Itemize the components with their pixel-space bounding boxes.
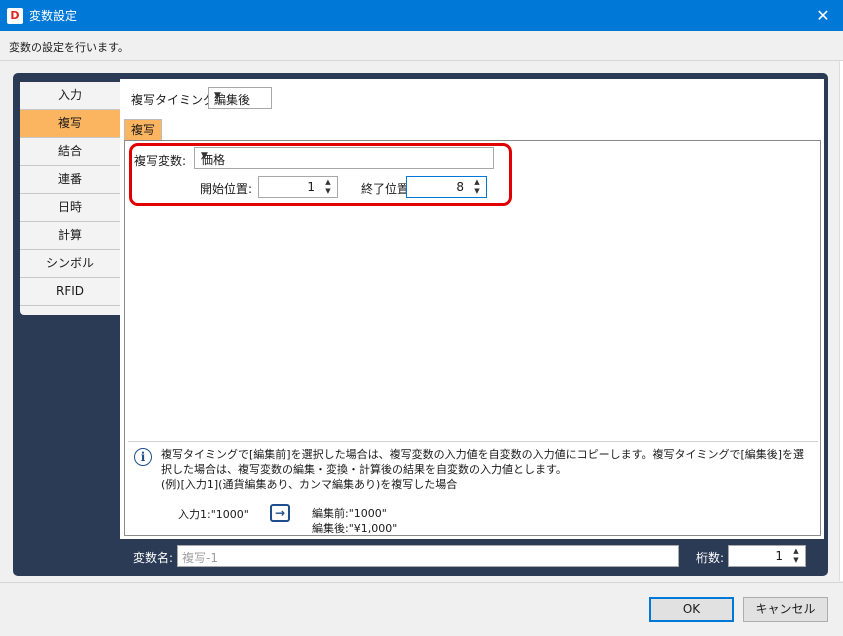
info-text: 複写タイミングで[編集前]を選択した場合は、複写変数の入力値を自変数の入力値にコ… [161,447,811,492]
info-icon: i [134,448,152,466]
side-tab-datetime[interactable]: 日時 [20,194,120,222]
window-title: 変数設定 [29,9,78,23]
var-name-input[interactable]: 複写-1 [177,545,679,567]
info-example-title: (例)[入力1](通貨編集あり、カンマ編集あり)を複写した場合 [161,478,458,491]
chevron-down-icon: ▼ [201,151,208,161]
end-position-stepper[interactable]: 8 ▲ ▼ [406,176,487,198]
var-name-placeholder: 複写-1 [182,551,218,565]
side-tab-list: 入力 複写 結合 連番 日時 計算 シンボル RFID [20,82,120,315]
info-section: i 複写タイミングで[編集前]を選択した場合は、複写変数の入力値を自変数の入力値… [128,441,818,535]
copy-var-label: 複写変数: [134,154,187,168]
example-before: 編集前:"1000" [312,507,387,520]
start-position-value: 1 [307,180,315,194]
side-tab-serial[interactable]: 連番 [20,166,120,194]
start-position-stepper[interactable]: 1 ▲ ▼ [258,176,338,198]
spin-arrows-icon[interactable]: ▲ ▼ [471,178,483,196]
timing-select[interactable]: 編集後 ▼ [208,87,272,109]
end-position-value: 8 [456,180,464,194]
description-text: 変数の設定を行います。 [9,41,129,54]
ok-button[interactable]: OK [649,597,734,622]
footer-divider [0,582,843,583]
app-icon: D [7,8,23,24]
side-tab-cap [20,306,120,315]
example-input: 入力1:"1000" [178,508,249,521]
side-tab-calc[interactable]: 計算 [20,222,120,250]
cancel-button[interactable]: キャンセル [743,597,828,622]
chevron-down-icon: ▼ [214,91,221,101]
side-tab-copy[interactable]: 複写 [20,110,120,138]
content-area: 複写タイミング: 編集後 ▼ 複写 複写変数: 価格 ▼ 開始位置: 1 ▲ ▼ … [120,79,824,539]
spin-arrows-icon[interactable]: ▲ ▼ [322,178,334,196]
digits-label: 桁数: [696,551,725,565]
info-description: 複写タイミングで[編集前]を選択した場合は、複写変数の入力値を自変数の入力値にコ… [161,448,805,476]
var-name-label: 変数名: [133,551,174,565]
start-position-label: 開始位置: [200,182,253,196]
side-tab-rfid[interactable]: RFID [20,278,120,306]
close-button[interactable]: ✕ [803,0,843,31]
example-after: 編集後:"¥1,000" [312,522,398,535]
tab-copy[interactable]: 複写 [124,119,162,141]
title-bar: D 変数設定 ✕ [0,0,843,31]
arrow-right-icon: → [270,504,290,522]
timing-label: 複写タイミング: [131,93,220,107]
side-tab-symbol[interactable]: シンボル [20,250,120,278]
copy-settings-panel: 複写変数: 価格 ▼ 開始位置: 1 ▲ ▼ 終了位置: 8 ▲ ▼ i 複写タイミ… [124,140,821,536]
copy-var-select[interactable]: 価格 ▼ [194,147,494,169]
side-tab-input[interactable]: 入力 [20,82,120,110]
side-tab-join[interactable]: 結合 [20,138,120,166]
description-bar: 変数の設定を行います。 [0,31,843,61]
digits-value: 1 [775,549,783,563]
spin-arrows-icon[interactable]: ▲ ▼ [790,547,802,565]
digits-stepper[interactable]: 1 ▲ ▼ [728,545,806,567]
background-edge [839,61,843,581]
